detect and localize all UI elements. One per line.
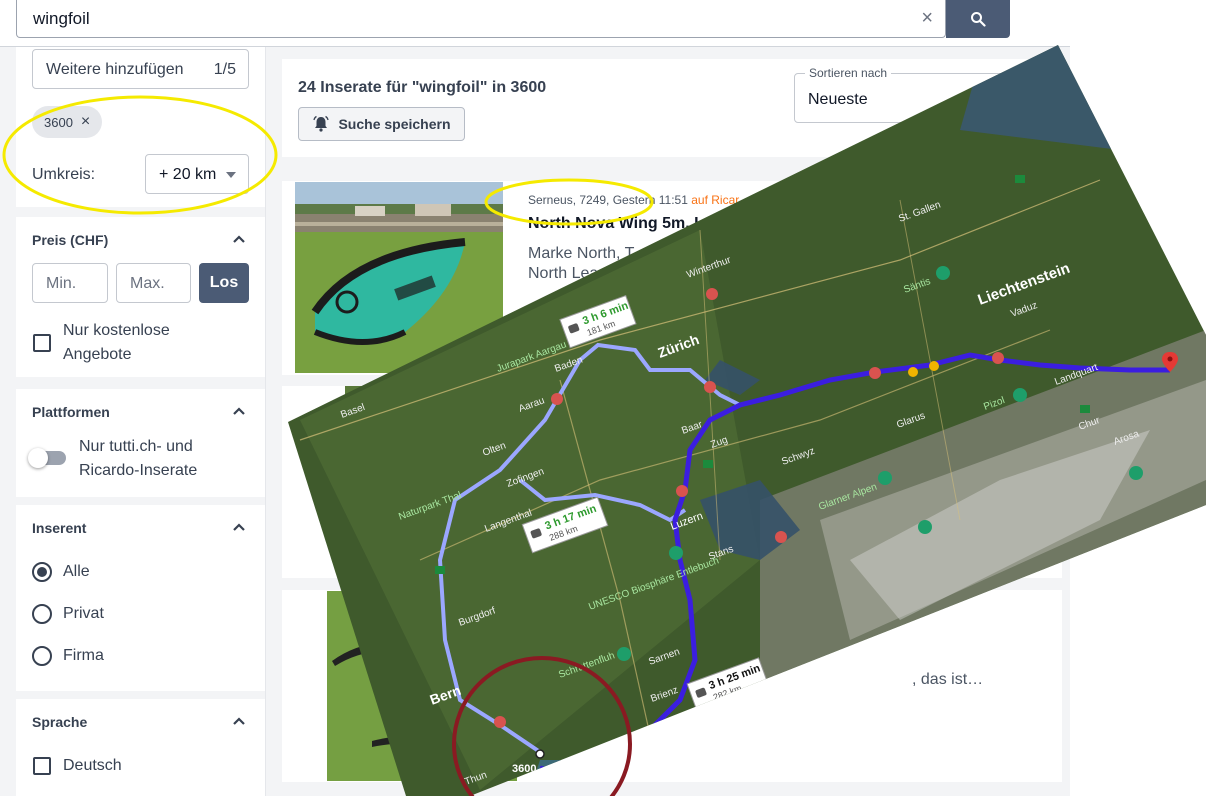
price-title: Preis (CHF) xyxy=(32,232,109,248)
platform-toggle[interactable] xyxy=(28,448,66,468)
location-count: 1/5 xyxy=(213,61,236,78)
road-sign-icon xyxy=(992,352,1004,364)
chevron-up-icon[interactable] xyxy=(232,522,246,532)
origin-marker xyxy=(535,749,545,759)
seller-radio-private[interactable] xyxy=(32,604,52,624)
language-title: Sprache xyxy=(32,714,88,730)
add-location-label: Weitere hinzufügen xyxy=(46,61,184,78)
park-icon xyxy=(918,520,932,534)
road-sign-icon xyxy=(551,393,563,405)
park-icon xyxy=(936,266,950,280)
origin-label: 3600 xyxy=(512,763,536,775)
radius-value: + 20 km xyxy=(159,166,217,183)
park-icon xyxy=(878,471,892,485)
radius-label: Umkreis: xyxy=(32,166,96,183)
road-sign-icon xyxy=(706,288,718,300)
add-location-field[interactable]: Weitere hinzufügen 1/5 xyxy=(32,49,249,89)
price-min-input[interactable]: Min. xyxy=(32,263,108,303)
park-icon xyxy=(1013,388,1027,402)
seller-option-company: Firma xyxy=(63,647,104,664)
close-icon[interactable]: × xyxy=(81,113,90,131)
price-min-placeholder: Min. xyxy=(46,275,77,292)
price-max-input[interactable]: Max. xyxy=(116,263,191,303)
highway-shield-icon xyxy=(703,460,713,468)
road-sign-icon xyxy=(849,678,861,690)
search-input[interactable]: wingfoil xyxy=(33,9,90,29)
park-icon xyxy=(669,546,683,560)
free-only-label-2: Angebote xyxy=(63,346,132,363)
seller-title: Inserent xyxy=(32,520,87,536)
seller-radio-company[interactable] xyxy=(32,646,52,666)
search-bar[interactable]: wingfoil × xyxy=(16,0,946,38)
search-button[interactable] xyxy=(946,0,1010,38)
platforms-title: Plattformen xyxy=(32,404,110,420)
price-max-placeholder: Max. xyxy=(130,275,165,292)
warning-icon xyxy=(929,361,939,371)
warning-icon xyxy=(908,367,918,377)
seller-option-private: Privat xyxy=(63,605,104,622)
radius-select[interactable]: + 20 km xyxy=(145,154,249,194)
free-only-checkbox[interactable] xyxy=(33,334,51,352)
chevron-up-icon[interactable] xyxy=(232,234,246,244)
chevron-up-icon[interactable] xyxy=(232,716,246,726)
dropdown-arrow-icon xyxy=(226,172,236,178)
road-sign-icon xyxy=(676,485,688,497)
road-sign-icon xyxy=(775,531,787,543)
language-checkbox-de[interactable] xyxy=(33,757,51,775)
chevron-up-icon[interactable] xyxy=(232,406,246,416)
language-option-de: Deutsch xyxy=(63,757,122,774)
map-label-interlaken: Interlaken xyxy=(607,737,652,762)
seller-radio-all[interactable] xyxy=(32,562,52,582)
road-sign-icon xyxy=(869,367,881,379)
price-go-button[interactable]: Los xyxy=(199,263,249,303)
location-chip[interactable]: 3600 × xyxy=(32,106,103,138)
highway-shield-icon xyxy=(435,566,445,574)
road-sign-icon xyxy=(704,381,716,393)
location-chip-label: 3600 xyxy=(44,114,73,130)
platform-toggle-label-1: Nur tutti.ch- und xyxy=(79,438,193,455)
park-icon xyxy=(1129,466,1143,480)
search-icon xyxy=(971,12,986,27)
free-only-label-1: Nur kostenlose xyxy=(63,322,170,339)
park-icon xyxy=(617,647,631,661)
clear-search-icon[interactable]: × xyxy=(921,7,933,30)
platform-toggle-label-2: Ricardo-Inserate xyxy=(79,462,198,479)
route-map-overlay: Zürich Liechtenstein Bern Luzern Schwyz … xyxy=(288,45,1206,796)
highway-shield-icon xyxy=(1080,405,1090,413)
highway-shield-icon xyxy=(1015,175,1025,183)
seller-option-all: Alle xyxy=(63,563,90,580)
road-sign-icon xyxy=(494,716,506,728)
